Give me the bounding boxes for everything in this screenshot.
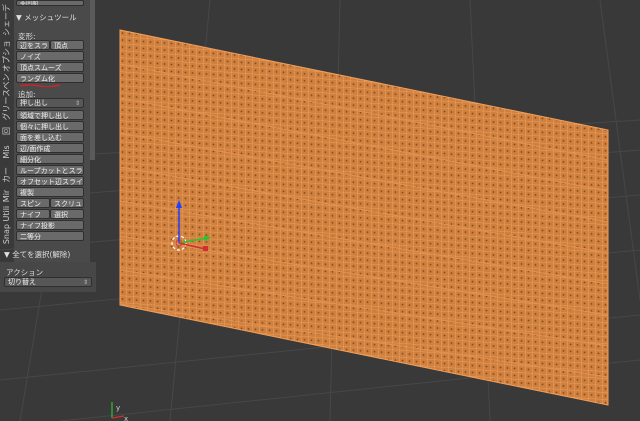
action-select[interactable]: 切り替え ⇕ <box>4 277 92 287</box>
loopcut-slide-button[interactable]: ループカットとスラ… <box>16 165 84 175</box>
tab-shading[interactable]: シェーデ <box>0 0 14 40</box>
knife-project-button[interactable]: ナイフ投影 <box>16 220 84 230</box>
smooth-vertex-button[interactable]: 頂点スムーズ <box>16 62 84 72</box>
tab-snap-utilities[interactable]: Snap Utili <box>0 206 14 244</box>
randomize-button[interactable]: ランダム化 <box>16 73 84 83</box>
top-partial-button[interactable]: 非同期 <box>16 0 84 6</box>
axis-gizmo: y x <box>111 402 128 421</box>
knife-button[interactable]: ナイフ <box>16 209 50 219</box>
inset-faces-button[interactable]: 面を差し込む <box>16 132 84 142</box>
make-edge-face-button[interactable]: 辺/面作成 <box>16 143 84 153</box>
subdivide-button[interactable]: 細分化 <box>16 154 84 164</box>
tab-curve[interactable]: カー <box>0 164 14 186</box>
mesh-tools-header[interactable]: ▼ メッシュツール <box>16 12 77 23</box>
spin-button[interactable]: スピン <box>16 198 50 208</box>
slide-edge-button[interactable]: 辺をスラ <box>16 40 50 50</box>
tool-shelf: シェーデ オプショ グリースペン 回 Mis カー Mir Snap Utili… <box>0 0 96 421</box>
offset-edge-slide-button[interactable]: オフセット辺スライ… <box>16 176 84 186</box>
noise-button[interactable]: ノイズ <box>16 51 84 61</box>
tab-grease-pencil[interactable]: グリースペン <box>0 72 14 122</box>
axis-y-label: y <box>116 404 120 412</box>
extrude-region-button[interactable]: 領域で押し出し <box>16 110 84 120</box>
slide-vertex-button[interactable]: 頂点 <box>50 40 84 50</box>
mesh-object[interactable] <box>119 29 609 406</box>
tab-options[interactable]: オプショ <box>0 40 14 72</box>
bisect-button[interactable]: 二等分 <box>16 231 84 241</box>
red-underline-mark <box>20 84 60 87</box>
tab-misc[interactable]: Mis <box>0 140 14 164</box>
extrude-select[interactable]: 押し出し ⇕ <box>16 98 84 108</box>
screw-button[interactable]: スクリュ <box>50 198 84 208</box>
axis-x-label: x <box>124 415 128 421</box>
extrude-individual-button[interactable]: 個々に押し出し <box>16 121 84 131</box>
deselect-all-header[interactable]: ▼ 全てを選択(解除) <box>4 249 70 260</box>
3d-viewport[interactable]: y x <box>0 0 640 421</box>
duplicate-button[interactable]: 複製 <box>16 187 84 197</box>
panel-scrollbar[interactable] <box>90 0 95 160</box>
tab-history[interactable]: 回 <box>0 122 14 140</box>
viewport-canvas[interactable]: y x <box>0 0 640 421</box>
tab-mirror[interactable]: Mir <box>0 186 14 206</box>
knife-select-button[interactable]: 選択 <box>50 209 84 219</box>
tool-shelf-tabs: シェーデ オプショ グリースペン 回 Mis カー Mir Snap Utili <box>0 0 15 245</box>
